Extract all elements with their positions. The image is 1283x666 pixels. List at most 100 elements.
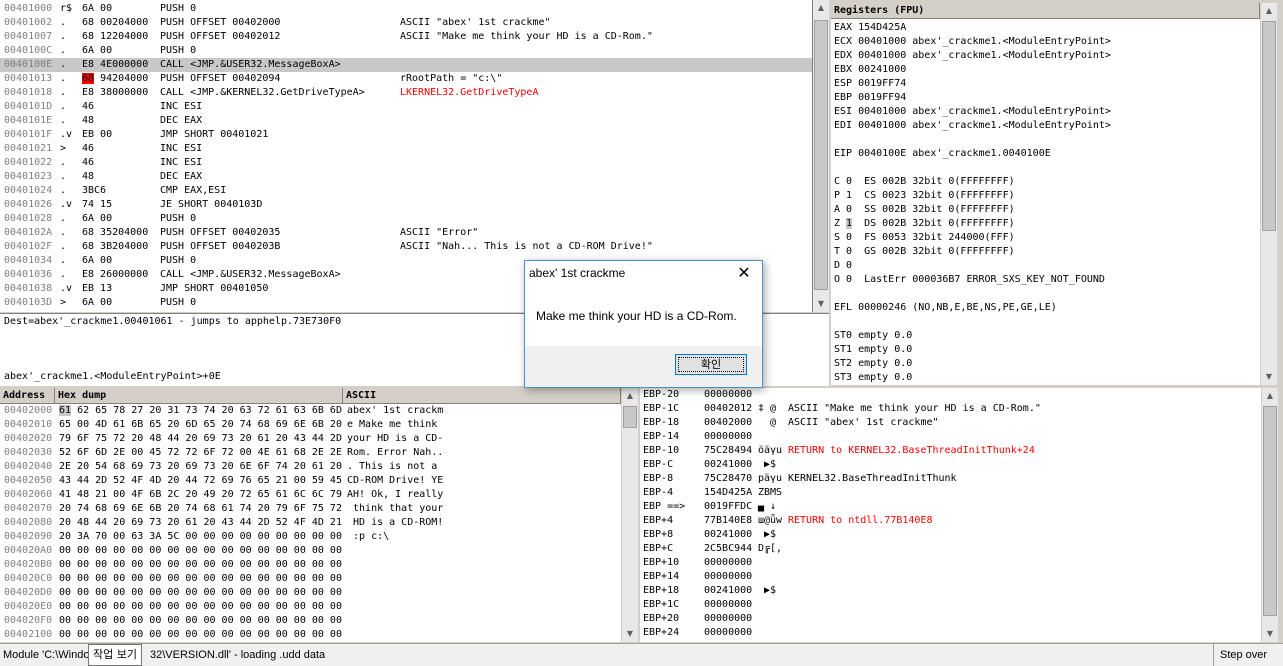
register-line[interactable]: ST0 empty 0.0	[834, 329, 1111, 343]
register-line[interactable]: ESI 00401000 abex'_crackme1.<ModuleEntry…	[834, 105, 1111, 119]
disasm-row[interactable]: 0040102A. 68 35204000 PUSH OFFSET 00402035…	[0, 226, 812, 240]
disasm-row[interactable]: 00401002. 68 00204000 PUSH OFFSET 00402000…	[0, 16, 812, 30]
register-line[interactable]: ST3 empty 0.0	[834, 371, 1111, 385]
scroll-down-icon[interactable]: ▼	[813, 296, 829, 312]
scroll-thumb[interactable]	[623, 406, 637, 428]
register-line[interactable]: A 0 SS 002B 32bit 0(FFFFFFFF)	[834, 203, 1111, 217]
register-line[interactable]: EBX 00241000	[834, 63, 1111, 77]
stack-row[interactable]: EBP-8 75C28470 päγu KERNEL32.BaseThreadInit…	[640, 472, 1261, 486]
register-line[interactable]: ECX 00401000 abex'_crackme1.<ModuleEntry…	[834, 35, 1111, 49]
stack-row[interactable]: EBP+18 00241000 ▶$	[640, 584, 1261, 598]
ok-button[interactable]: 확인	[675, 354, 747, 375]
stack-row[interactable]: EBP ==> 0019FFDC ▄ ↓	[640, 500, 1261, 514]
scroll-up-icon[interactable]: ▲	[622, 388, 638, 404]
scroll-thumb[interactable]	[1262, 21, 1276, 231]
close-icon[interactable]: ✕	[734, 263, 754, 283]
dump-row[interactable]: 00402050 43 44 2D 52 4F 4D 20 44 72 69 76…	[0, 474, 621, 488]
dump-row[interactable]: 00402070 20 74 68 69 6E 6B 20 74 68 61 74…	[0, 502, 621, 516]
dump-row[interactable]: 004020A0 00 00 00 00 00 00 00 00 00 00 00…	[0, 544, 621, 558]
dump-row[interactable]: 00402030 52 6F 6D 2E 00 45 72 72 6F 72 00…	[0, 446, 621, 460]
register-line[interactable]: EDI 00401000 abex'_crackme1.<ModuleEntry…	[834, 119, 1111, 133]
stack-list[interactable]: EBP-20 00000000 EBP-1C 00402012 ‡ @ ASCII "Ma…	[640, 388, 1261, 640]
dump-row[interactable]: 00402000 61 62 65 78 27 20 31 73 74 20 63…	[0, 404, 621, 418]
register-line[interactable]: S 0 FS 0053 32bit 244000(FFF)	[834, 231, 1111, 245]
disasm-row[interactable]: 0040100C. 6A 00 PUSH 0	[0, 44, 812, 58]
register-line[interactable]: ST1 empty 0.0	[834, 343, 1111, 357]
stack-row[interactable]: EBP-18 00402000 @ ASCII "abex' 1st crackme…	[640, 416, 1261, 430]
disasm-row[interactable]: 00401023. 48 DEC EAX	[0, 170, 812, 184]
register-line[interactable]: T 0 GS 002B 32bit 0(FFFFFFFF)	[834, 245, 1111, 259]
dump-list[interactable]: 00402000 61 62 65 78 27 20 31 73 74 20 63…	[0, 404, 621, 642]
register-line[interactable]: ESP 0019FF74	[834, 77, 1111, 91]
register-line[interactable]: P 1 CS 0023 32bit 0(FFFFFFFF)	[834, 189, 1111, 203]
register-line[interactable]: EFL 00000246 (NO,NB,E,BE,NS,PE,GE,LE)	[834, 301, 1111, 315]
dump-row[interactable]: 004020D0 00 00 00 00 00 00 00 00 00 00 00…	[0, 586, 621, 600]
register-list[interactable]: EAX 154D425A ECX 00401000 abex'_crackme1.…	[834, 21, 1111, 385]
dump-row[interactable]: 004020B0 00 00 00 00 00 00 00 00 00 00 00…	[0, 558, 621, 572]
dump-row[interactable]: 00402100 00 00 00 00 00 00 00 00 00 00 00…	[0, 628, 621, 642]
scroll-thumb[interactable]	[1263, 406, 1277, 616]
disasm-row[interactable]: 0040101E. 48 DEC EAX	[0, 114, 812, 128]
scroll-up-icon[interactable]: ▲	[1261, 3, 1277, 19]
scroll-down-icon[interactable]: ▼	[1261, 369, 1277, 385]
message-dialog[interactable]: abex' 1st crackme ✕ Make me think your H…	[524, 260, 763, 388]
register-line[interactable]: C 0 ES 002B 32bit 0(FFFFFFFF)	[834, 175, 1111, 189]
register-line[interactable]: EDX 00401000 abex'_crackme1.<ModuleEntry…	[834, 49, 1111, 63]
disasm-row[interactable]: 0040102F. 68 3B204000 PUSH OFFSET 0040203B…	[0, 240, 812, 254]
stack-row[interactable]: EBP+14 00000000	[640, 570, 1261, 584]
register-line[interactable]: O 0 LastErr 000036B7 ERROR_SXS_KEY_NOT_F…	[834, 273, 1111, 287]
dump-row[interactable]: 00402060 41 48 21 00 4F 6B 2C 20 49 20 72…	[0, 488, 621, 502]
stack-row[interactable]: EBP-1C 00402012 ‡ @ ASCII "Make me think yo…	[640, 402, 1261, 416]
register-line[interactable]: Z 1 DS 002B 32bit 0(FFFFFFFF)	[834, 217, 1111, 231]
dump-row[interactable]: 00402010 65 00 4D 61 6B 65 20 6D 65 20 74…	[0, 418, 621, 432]
stack-pane[interactable]: EBP-20 00000000 EBP-1C 00402012 ‡ @ ASCII "Ma…	[640, 388, 1261, 642]
disasm-row[interactable]: 00401028. 6A 00 PUSH 0	[0, 212, 812, 226]
stack-row[interactable]: EBP+4 77B140E8 ш@ǖw RETURN to ntdll.77B140E…	[640, 514, 1261, 528]
dump-row[interactable]: 004020C0 00 00 00 00 00 00 00 00 00 00 00…	[0, 572, 621, 586]
stack-row[interactable]: EBP+10 00000000	[640, 556, 1261, 570]
disasm-row[interactable]: 00401007. 68 12204000 PUSH OFFSET 00402012…	[0, 30, 812, 44]
disasm-row[interactable]: 0040101D. 46 INC ESI	[0, 100, 812, 114]
dump-pane[interactable]: Address Hex dump ASCII 00402000 61 62 65 …	[0, 388, 621, 642]
disasm-row[interactable]: 00401022. 46 INC ESI	[0, 156, 812, 170]
stack-row[interactable]: EBP-20 00000000	[640, 388, 1261, 402]
disasm-row[interactable]: 00401018. E8 38000000 CALL <JMP.&KERNEL32.…	[0, 86, 812, 100]
dump-ascii-header[interactable]: ASCII	[343, 388, 621, 404]
disasm-row[interactable]: 0040101F .v EB 00 JMP SHORT 00401021	[0, 128, 812, 142]
stack-row[interactable]: EBP-10 75C28494 öäγu RETURN to KERNEL32.Bas…	[640, 444, 1261, 458]
dump-cursor-cell[interactable]: 61	[59, 405, 72, 416]
scroll-down-icon[interactable]: ▼	[1262, 626, 1278, 642]
register-line[interactable]	[834, 315, 1111, 329]
stack-row[interactable]: EBP+20 00000000	[640, 612, 1261, 626]
disasm-row[interactable]: 00401013. 68 94204000 PUSH OFFSET 00402094…	[0, 72, 812, 86]
register-line[interactable]: ST2 empty 0.0	[834, 357, 1111, 371]
stack-scrollbar[interactable]: ▲ ▼	[1262, 388, 1278, 642]
register-line[interactable]: D 0	[834, 259, 1111, 273]
dump-row[interactable]: 00402040 2E 20 54 68 69 73 20 69 73 20 6E…	[0, 460, 621, 474]
flag-highlight[interactable]: 1	[846, 218, 853, 229]
disasm-row[interactable]: 0040100E. E8 4E000000 CALL <JMP.&USER32.Me…	[0, 58, 812, 72]
registers-scrollbar[interactable]: ▲ ▼	[1261, 3, 1277, 385]
registers-pane[interactable]: Registers (FPU) EAX 154D425A ECX 00401000…	[831, 3, 1260, 385]
dump-row[interactable]: 00402090 20 3A 70 00 63 3A 5C 00 00 00 00…	[0, 530, 621, 544]
register-line[interactable]	[834, 161, 1111, 175]
stack-row[interactable]: EBP-14 00000000	[640, 430, 1261, 444]
scroll-down-icon[interactable]: ▼	[622, 626, 638, 642]
register-line[interactable]	[834, 133, 1111, 147]
register-line[interactable]: EAX 154D425A	[834, 21, 1111, 35]
scroll-thumb[interactable]	[814, 20, 828, 290]
scroll-up-icon[interactable]: ▲	[813, 0, 829, 16]
register-line[interactable]	[834, 287, 1111, 301]
dump-hex-header[interactable]: Hex dump	[55, 388, 343, 404]
disasm-row[interactable]: 00401021 >46 INC ESI	[0, 142, 812, 156]
stack-row[interactable]: EBP-C 00241000 ▶$	[640, 458, 1261, 472]
disasm-row[interactable]: 00401000 r$ 6A 00 PUSH 0	[0, 2, 812, 16]
dump-row[interactable]: 00402020 79 6F 75 72 20 48 44 20 69 73 20…	[0, 432, 621, 446]
dump-scrollbar[interactable]: ▲ ▼	[622, 388, 638, 642]
stack-row[interactable]: EBP-4 154D425A ZBMS	[640, 486, 1261, 500]
register-line[interactable]: EBP 0019FF94	[834, 91, 1111, 105]
dump-row[interactable]: 00402080 20 48 44 20 69 73 20 61 20 43 44…	[0, 516, 621, 530]
stack-row[interactable]: EBP+1C 00000000	[640, 598, 1261, 612]
dump-address-header[interactable]: Address	[0, 388, 55, 404]
stack-row[interactable]: EBP+8 00241000 ▶$	[640, 528, 1261, 542]
